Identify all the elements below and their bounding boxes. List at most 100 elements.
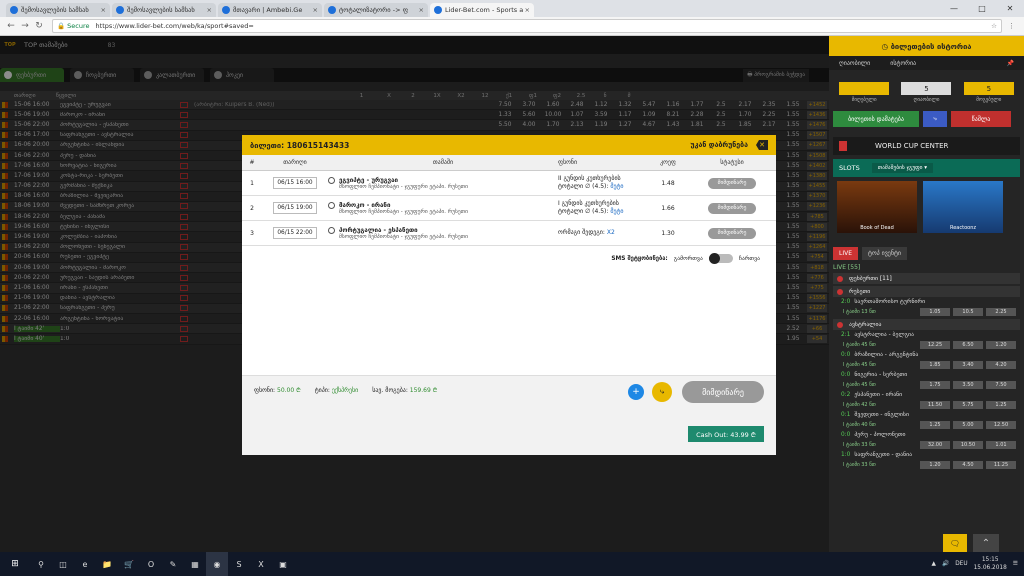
live-odd-button[interactable]: 3.40 — [953, 361, 983, 369]
live-odd-button[interactable]: 5.00 — [953, 421, 983, 429]
back-icon[interactable]: ← — [4, 21, 18, 31]
live-odd-button[interactable]: 1.85 — [920, 361, 950, 369]
calculator-icon[interactable]: ▦ — [184, 552, 206, 576]
ticket-history-header[interactable]: ◷ ბილეთების ისტორია — [829, 36, 1024, 56]
url-input[interactable]: 🔒 Secure https://www.lider-bet.com/web/k… — [52, 19, 1002, 33]
tab-close-icon[interactable]: × — [525, 6, 530, 14]
browser-tab[interactable]: შემოსავლების სამსახ × — [6, 3, 110, 17]
browser-tab[interactable]: Lider-Bet.com - Sports a × — [430, 3, 534, 17]
live-odd-button[interactable]: 7.50 — [986, 381, 1016, 389]
live-match[interactable]: 2:1 ავსტრალია - ბელგია — [833, 330, 1020, 340]
close-icon[interactable]: ✕ — [996, 0, 1024, 17]
live-match[interactable]: 1:0 საფრანგეთი - დანია — [833, 450, 1020, 460]
live-odd-button[interactable]: 10.50 — [953, 441, 983, 449]
event-teams[interactable]: ეგვიპტე - ურუგვაი — [328, 176, 558, 184]
cash-out-button[interactable]: Cash Out: 43.99 ₾ — [688, 426, 764, 442]
volume-icon[interactable]: 🔊 — [942, 561, 949, 567]
search-icon[interactable]: ⚲ — [30, 552, 52, 576]
chrome-icon[interactable]: ◉ — [206, 552, 228, 576]
tab-history[interactable]: ისტორია — [880, 60, 926, 67]
pin-icon[interactable]: 📌 — [997, 60, 1024, 67]
forward-icon[interactable]: → — [18, 21, 32, 31]
world-cup-center[interactable]: WORLD CUP CENTER — [833, 137, 1020, 155]
slot-game[interactable]: Book of Dead — [837, 181, 917, 233]
share-icon[interactable]: ⤷ — [652, 382, 672, 402]
live-odd-button[interactable]: 1.25 — [986, 401, 1016, 409]
live-odd-button[interactable]: 2.25 — [986, 308, 1016, 316]
live-match[interactable]: 2:0 საერთაშორისო ტურნირი — [833, 297, 1020, 307]
sms-toggle[interactable] — [708, 253, 733, 264]
event-teams[interactable]: პორტუგალია - ესპანეთი — [328, 226, 558, 234]
delete-button[interactable]: წაშლა — [951, 111, 1011, 127]
browser-menu-icon[interactable]: ⋮ — [1008, 22, 1015, 30]
live-odd-button[interactable]: 1.20 — [920, 461, 950, 469]
live-match[interactable]: 0:1 შვედეთი - ინგლისი — [833, 410, 1020, 420]
keyboard-language[interactable]: DEU — [955, 561, 967, 567]
row-status-button[interactable]: მიმდინარე — [708, 177, 756, 189]
browser-tab[interactable]: შემოსავლების სამსახ × — [112, 3, 216, 17]
live-match[interactable]: 0:0 ბრაზილია - არგენტინა — [833, 350, 1020, 360]
windows-start-icon[interactable]: ⊞ — [0, 552, 30, 576]
close-icon[interactable]: ✕ — [756, 140, 768, 150]
live-odd-button[interactable]: 1.25 — [920, 421, 950, 429]
live-odd-button[interactable]: 32.00 — [920, 441, 950, 449]
tab-live[interactable]: LIVE — [833, 247, 859, 260]
tab-close-icon[interactable]: × — [101, 6, 106, 14]
notifications-icon[interactable]: ☰ — [1013, 561, 1018, 567]
live-match[interactable]: 0:0 პერუ - პოლონეთი — [833, 430, 1020, 440]
live-odd-button[interactable]: 12.50 — [986, 421, 1016, 429]
excel-icon[interactable]: X — [250, 552, 272, 576]
network-icon[interactable]: ▲ — [932, 561, 936, 567]
row-status-button[interactable]: მიმდინარე — [708, 202, 756, 214]
browser-tab[interactable]: ტოტალიზატორი -> ფ × — [324, 3, 428, 17]
share-button[interactable]: ⤷ — [923, 111, 947, 127]
back-link[interactable]: უკან დაბრუნება — [690, 141, 748, 149]
bookmark-star-icon[interactable]: ☆ — [991, 22, 997, 30]
live-odd-button[interactable]: 3.50 — [953, 381, 983, 389]
tab-close-icon[interactable]: × — [207, 6, 212, 14]
slots-select[interactable]: თამაშების ჯგუფი ▾ — [871, 163, 934, 173]
live-odd-button[interactable]: 1.75 — [920, 381, 950, 389]
clock[interactable]: 15:15 15.06.2018 — [974, 556, 1007, 572]
live-section-header[interactable]: ფეხბურთი [11] — [833, 273, 1020, 284]
tab-open[interactable]: ღიაობილი — [829, 60, 880, 67]
explorer-icon[interactable]: 📁 — [96, 552, 118, 576]
ticket-status-button[interactable]: მიმდინარე — [682, 381, 764, 403]
live-odd-button[interactable]: 5.75 — [953, 401, 983, 409]
row-status-button[interactable]: მიმდინარე — [708, 227, 756, 239]
minimize-icon[interactable]: — — [940, 0, 968, 17]
live-odd-button[interactable]: 11.50 — [920, 401, 950, 409]
live-section-header[interactable]: რუსეთი — [833, 286, 1020, 297]
browser-tab[interactable]: მთავარი | Ambebi.Ge × — [218, 3, 322, 17]
live-odd-button[interactable]: 6.50 — [953, 341, 983, 349]
live-odd-button[interactable]: 1.20 — [986, 341, 1016, 349]
live-odd-button[interactable]: 12.25 — [920, 341, 950, 349]
tab-top-events[interactable]: ტოპ ივენტი — [862, 247, 908, 260]
live-section-header[interactable]: ავსტრალია — [833, 319, 1020, 330]
live-match[interactable]: 0:0 ნიგერია - სერბეთი — [833, 370, 1020, 380]
edge-icon[interactable]: e — [74, 552, 96, 576]
live-odd-button[interactable]: 10.5 — [953, 308, 983, 316]
live-odd-button[interactable]: 1.05 — [920, 308, 950, 316]
live-odd-button[interactable]: 4.20 — [986, 361, 1016, 369]
skype-icon[interactable]: S — [228, 552, 250, 576]
chat-icon[interactable]: 🗨 — [943, 534, 967, 552]
notes-icon[interactable]: ✎ — [162, 552, 184, 576]
tab-close-icon[interactable]: × — [313, 6, 318, 14]
paint-icon[interactable]: ▣ — [272, 552, 294, 576]
event-teams[interactable]: მაროკო - ირანი — [328, 201, 558, 209]
outlook-icon[interactable]: O — [140, 552, 162, 576]
add-ticket-button[interactable]: ბილეთის დამატება — [833, 111, 919, 127]
task-view-icon[interactable]: ◫ — [52, 552, 74, 576]
maximize-icon[interactable]: □ — [968, 0, 996, 17]
scroll-top-icon[interactable]: ⌃ — [973, 534, 999, 552]
live-odd-button[interactable]: 1.01 — [986, 441, 1016, 449]
add-icon[interactable]: + — [628, 384, 644, 400]
reload-icon[interactable]: ↻ — [32, 21, 46, 31]
tab-close-icon[interactable]: × — [419, 6, 424, 14]
store-icon[interactable]: 🛒 — [118, 552, 140, 576]
live-match[interactable]: 0:2 ესპანეთი - ირანი — [833, 390, 1020, 400]
live-odd-button[interactable]: 4.50 — [953, 461, 983, 469]
slot-game[interactable]: Reactoonz — [923, 181, 1003, 233]
live-odd-button[interactable]: 11.25 — [986, 461, 1016, 469]
